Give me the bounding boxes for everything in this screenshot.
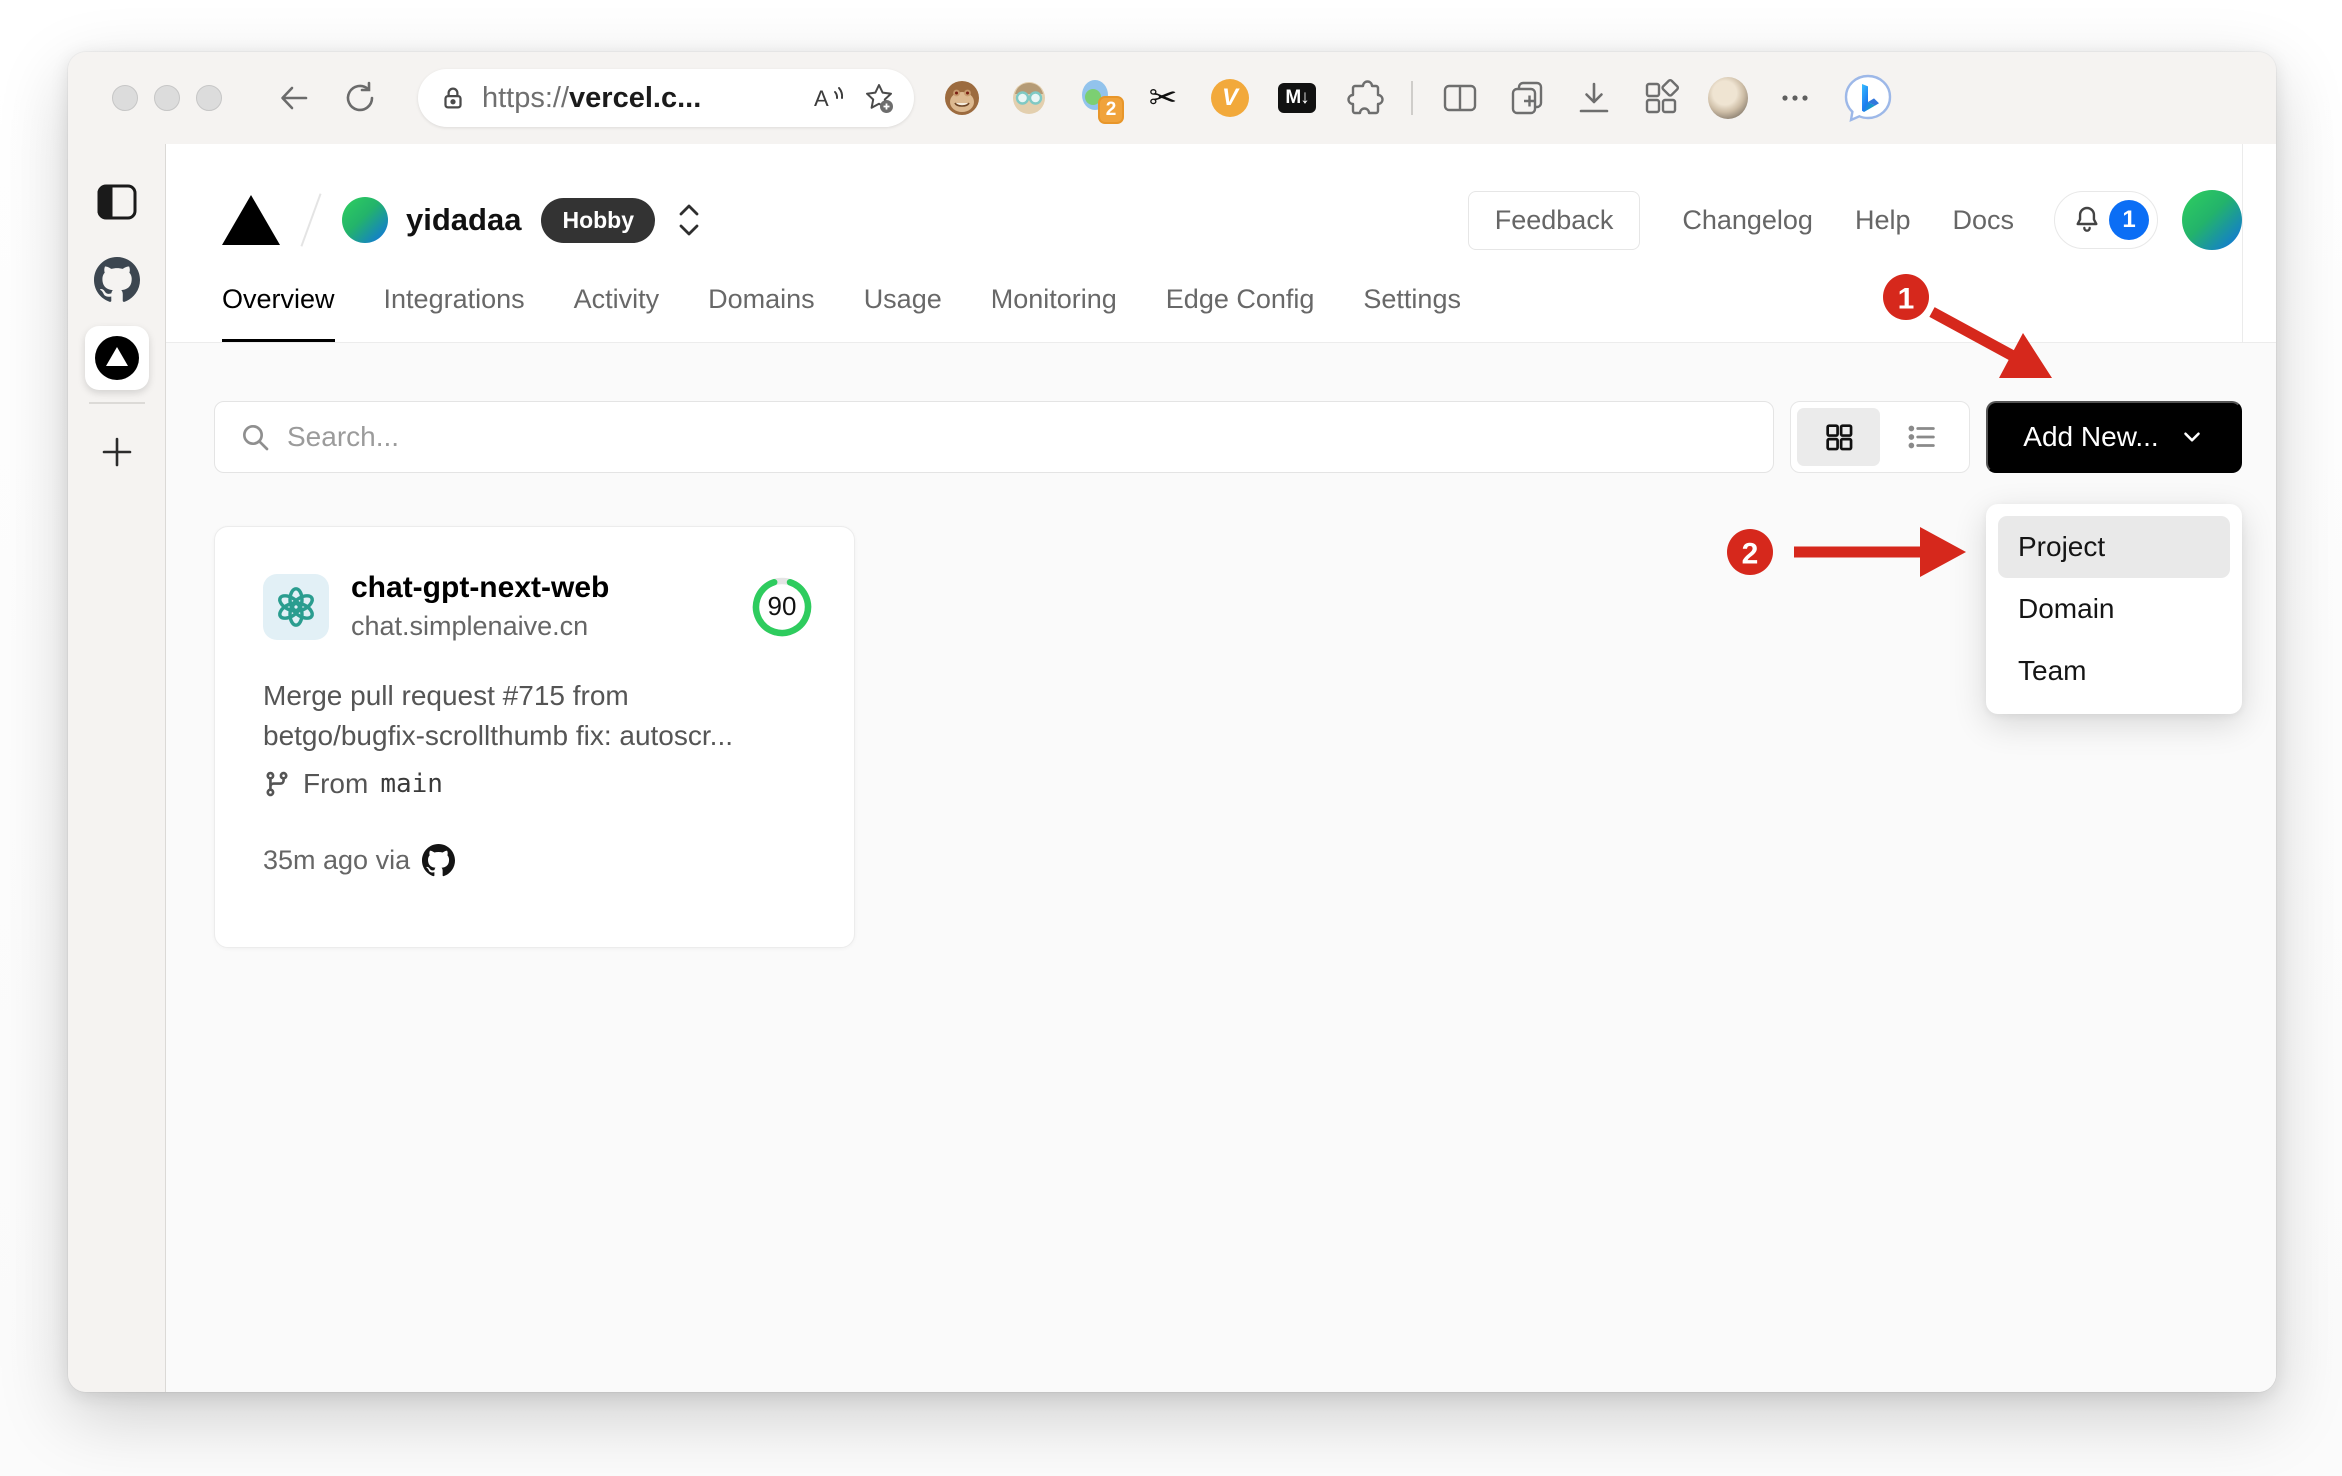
back-icon[interactable] [274,78,314,118]
monkey-extension-icon[interactable] [942,78,982,118]
feedback-button[interactable]: Feedback [1467,190,1641,250]
list-view-button[interactable] [1880,408,1963,466]
v-extension-icon[interactable]: V [1210,78,1250,118]
tab-usage[interactable]: Usage [864,284,942,342]
extension-count-badge: 2 [1098,96,1124,124]
team-switcher-icon[interactable] [671,198,707,242]
add-new-button[interactable]: Add New... [1986,401,2242,473]
downloads-icon[interactable] [1574,78,1614,118]
circles-extension-icon[interactable]: 2 [1076,78,1124,124]
tab-integrations[interactable]: Integrations [384,284,525,342]
bell-icon [2071,204,2103,236]
minimize-window-button[interactable] [154,85,180,111]
vercel-tab-bar: Overview Integrations Activity Domains U… [166,284,2276,343]
reload-icon[interactable] [340,78,380,118]
branch-name: main [380,769,443,799]
more-menu-icon[interactable] [1775,78,1815,118]
plan-badge: Hobby [541,197,656,243]
tab-overview[interactable]: Overview [222,284,335,342]
sidebar-toggle-icon[interactable] [85,170,149,234]
add-new-dropdown: Project Domain Team [1986,504,2242,714]
url-text: https://vercel.c... [482,81,702,114]
user-avatar[interactable] [2182,190,2242,250]
project-search[interactable] [214,401,1774,473]
tab-settings[interactable]: Settings [1363,284,1461,342]
vercel-logo[interactable] [222,195,280,245]
menu-item-domain[interactable]: Domain [1998,578,2230,640]
read-aloud-icon[interactable]: A [812,82,846,114]
breadcrumb-slash [300,193,322,247]
deploy-meta: 35m ago via [263,844,814,877]
person-extension-icon[interactable] [1009,78,1049,118]
add-favorite-icon[interactable] [862,81,896,115]
close-window-button[interactable] [112,85,138,111]
tab-monitoring[interactable]: Monitoring [991,284,1117,342]
branch-row: From main [263,768,814,800]
grid-view-button[interactable] [1797,408,1880,466]
add-new-label: Add New... [2023,421,2159,452]
collections-icon[interactable] [1507,78,1547,118]
notification-count-badge: 1 [2109,200,2149,240]
project-card[interactable]: chat-gpt-next-web chat.simplenaive.cn 90 [214,526,855,948]
overview-content: Add New... Project Domain Team [166,343,2276,1392]
tab-edge-config[interactable]: Edge Config [1166,284,1315,342]
project-name: chat-gpt-next-web [351,571,610,604]
browser-window: https://vercel.c... A 2 ✂ V M↓ yidadaa H… [68,52,2276,1392]
commit-message: Merge pull request #715 from betgo/bugfi… [263,680,733,751]
docs-link[interactable]: Docs [1952,205,2014,236]
browser-toolbar: https://vercel.c... A 2 ✂ V M↓ [68,52,2276,144]
github-source-icon [422,844,456,877]
changelog-link[interactable]: Changelog [1682,205,1813,236]
vercel-sidebar-icon[interactable] [84,326,149,390]
tab-activity[interactable]: Activity [574,284,660,342]
browser-body: yidadaa Hobby Feedback Changelog Help Do… [68,144,2276,1392]
score-ring: 90 [750,575,814,639]
sidebar-add-icon[interactable] [85,420,149,484]
browser-profile-avatar[interactable] [1708,77,1748,119]
vercel-page: yidadaa Hobby Feedback Changelog Help Do… [166,144,2276,1392]
edge-sidebar [68,144,166,1392]
markdown-extension-icon[interactable]: M↓ [1277,78,1317,118]
search-icon [239,421,271,453]
team-avatar[interactable] [342,197,388,243]
window-controls [112,85,222,111]
git-branch-icon [263,770,291,798]
vercel-header: yidadaa Hobby Feedback Changelog Help Do… [166,144,2276,343]
help-link[interactable]: Help [1855,205,1911,236]
project-favicon [263,573,329,640]
toolbar-separator [1411,81,1413,115]
extensions-row: 2 ✂ V M↓ [942,72,2236,124]
workspaces-icon[interactable] [1641,78,1681,118]
project-domain[interactable]: chat.simplenaive.cn [351,611,609,642]
bing-chat-icon[interactable] [1842,72,1894,124]
address-bar[interactable]: https://vercel.c... A [418,69,914,127]
search-input[interactable] [287,421,1749,453]
view-toggle [1790,401,1970,473]
team-name: yidadaa [406,202,522,237]
branch-label: From [303,768,369,799]
tab-domains[interactable]: Domains [708,284,815,342]
github-sidebar-icon[interactable] [85,248,149,312]
chevron-down-icon [2179,424,2205,450]
extensions-puzzle-icon[interactable] [1344,78,1384,118]
menu-item-team[interactable]: Team [1998,640,2230,702]
sidebar-divider [88,402,145,404]
screenshot-stage: https://vercel.c... A 2 ✂ V M↓ yidadaa H… [0,0,2342,1476]
score-value: 90 [767,591,797,621]
notifications-button[interactable]: 1 [2054,191,2158,249]
split-screen-icon[interactable] [1440,78,1480,118]
openai-logo-icon [278,586,314,627]
svg-text:A: A [814,86,829,111]
lock-icon [438,83,468,113]
scissors-extension-icon[interactable]: ✂ [1143,78,1183,118]
projects-toolbar: Add New... [214,401,2242,473]
menu-item-project[interactable]: Project [1998,516,2230,578]
zoom-window-button[interactable] [196,85,222,111]
